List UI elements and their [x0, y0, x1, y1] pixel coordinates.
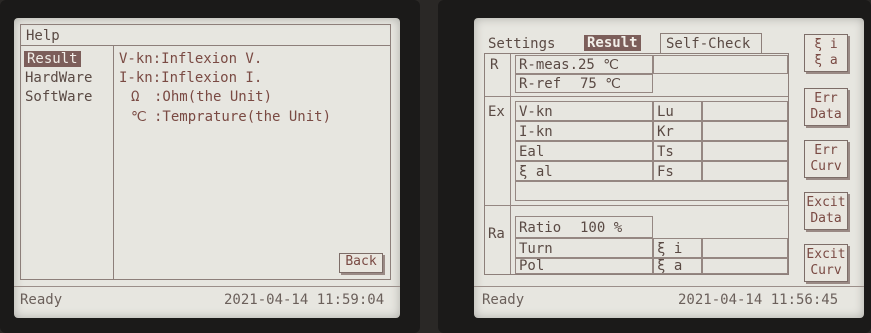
left-status-time: 2021-04-14 11:59:04 — [224, 292, 385, 308]
help-nav-divider — [113, 46, 114, 279]
err-curv-button-line1: Err — [814, 143, 838, 158]
tab-result[interactable]: Result — [584, 35, 641, 51]
xi-al-label: ξ al — [519, 164, 553, 180]
err-data-button-line2: Data — [810, 107, 842, 122]
right-screen: Settings Result Self-Check R R-meas.25 ℃… — [474, 18, 864, 318]
ex-group-bottom — [485, 205, 788, 206]
ikn-label: I-kn — [519, 124, 553, 140]
lu-label: Lu — [657, 104, 674, 120]
ts-label: Ts — [657, 144, 674, 160]
help-line-vkn: V-kn:Inflexion V. — [119, 51, 263, 67]
xi-i-label: ξ i — [657, 241, 683, 257]
fs-label: Fs — [657, 164, 674, 180]
excit-curv-button[interactable]: Excit Curv — [804, 244, 848, 282]
help-title-divider — [21, 45, 390, 46]
eal-label: Eal — [519, 144, 545, 160]
help-line-ohm: :Ohm(the Unit) — [154, 89, 273, 105]
ex-spare-row — [515, 181, 788, 201]
vkn-label: V-kn — [519, 104, 553, 120]
right-status-time: 2021-04-14 11:56:45 — [678, 292, 839, 308]
result-table: R R-meas.25 ℃ R-ref 75 ℃ Ex V-kn Lu I-kn… — [484, 53, 789, 275]
left-status-divider — [14, 286, 400, 287]
right-status-divider — [474, 286, 864, 287]
left-status-text: Ready — [20, 292, 63, 308]
xi-ia-button-line1: ξ i — [814, 37, 838, 52]
ratio-value: 100 % — [580, 220, 623, 236]
group-ra-label: Ra — [488, 226, 505, 242]
turn-label: Turn — [519, 241, 553, 257]
lu-value — [702, 101, 788, 121]
fs-value — [702, 161, 788, 181]
kr-value — [702, 121, 788, 141]
nav-item-result[interactable]: Result — [24, 51, 81, 67]
nav-item-software[interactable]: SoftWare — [25, 89, 92, 105]
xi-a-label: ξ a — [657, 258, 683, 274]
group-col-divider — [510, 54, 511, 274]
help-panel: Help Result HardWare SoftWare V-kn:Infle… — [20, 24, 391, 280]
xi-ia-button-line2: ξ a — [814, 53, 838, 68]
tab-settings[interactable]: Settings — [488, 36, 555, 52]
excit-curv-button-line1: Excit — [806, 247, 846, 262]
help-line-temperature: :Temprature(the Unit) — [154, 109, 332, 125]
r-group-bottom — [485, 96, 788, 97]
r-meas-extra — [653, 55, 788, 74]
r-meas-label: R-meas.25 ℃ — [519, 57, 620, 73]
group-r-label: R — [490, 57, 499, 73]
kr-label: Kr — [657, 124, 674, 140]
nav-item-hardware[interactable]: HardWare — [25, 70, 92, 86]
err-curv-button[interactable]: Err Curv — [804, 140, 848, 178]
r-ref-value: 75 ℃ — [580, 76, 622, 92]
excit-curv-button-line2: Curv — [810, 263, 842, 278]
xi-i-value — [702, 238, 788, 258]
tab-self-check-border — [660, 33, 762, 53]
back-button[interactable]: Back — [339, 253, 383, 273]
excit-data-button-line2: Data — [810, 211, 842, 226]
help-title: Help — [26, 28, 60, 44]
r-ref-label: R-ref — [519, 76, 562, 92]
ratio-label: Ratio — [519, 220, 562, 236]
right-status-text: Ready — [482, 292, 525, 308]
xi-ia-button[interactable]: ξ i ξ a — [804, 34, 848, 72]
pol-label: Pol — [519, 258, 545, 274]
ts-value — [702, 141, 788, 161]
xi-a-value — [702, 258, 788, 274]
help-line-ikn: I-kn:Inflexion I. — [119, 70, 263, 86]
celsius-symbol: ℃ — [131, 109, 147, 125]
err-data-button-line1: Err — [814, 91, 838, 106]
err-curv-button-line2: Curv — [810, 159, 842, 174]
group-ex-label: Ex — [488, 104, 505, 120]
ohm-symbol: Ω — [131, 89, 140, 105]
excit-data-button-line1: Excit — [806, 195, 846, 210]
err-data-button[interactable]: Err Data — [804, 88, 848, 126]
left-screen: Help Result HardWare SoftWare V-kn:Infle… — [14, 18, 400, 318]
excit-data-button[interactable]: Excit Data — [804, 192, 848, 230]
